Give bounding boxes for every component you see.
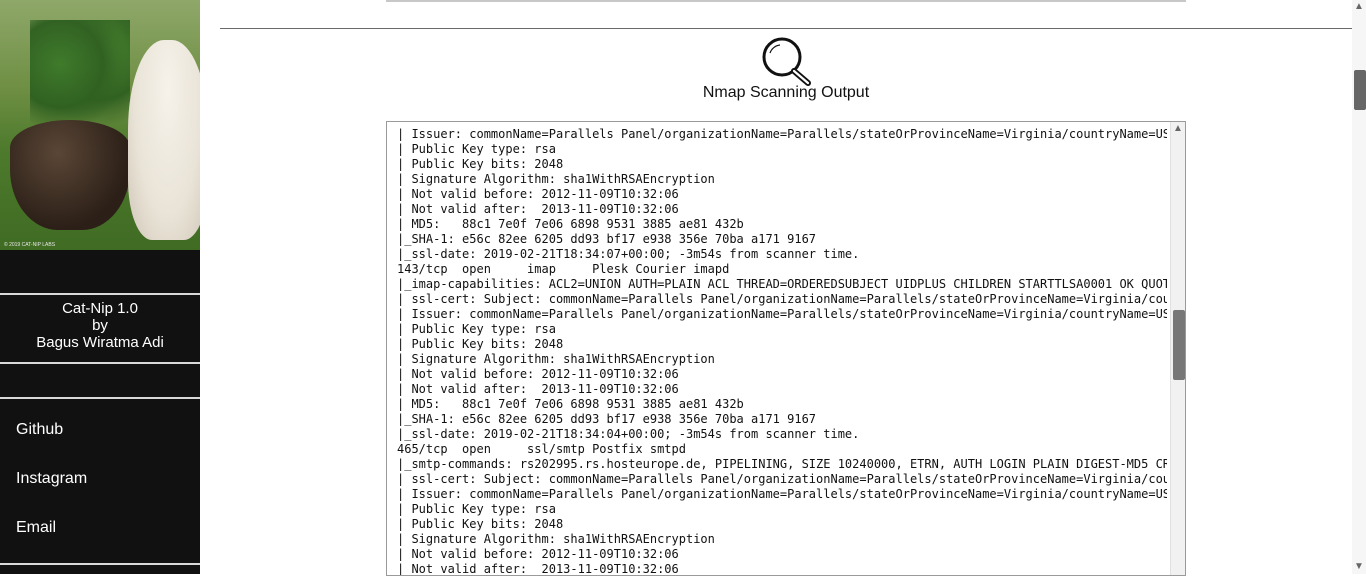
output-line: | Public Key type: rsa — [397, 502, 556, 516]
plant-pot — [10, 120, 130, 230]
instagram-link[interactable]: Instagram — [16, 470, 87, 488]
output-line: |_imap-capabilities: ACL2=UNION AUTH=PLA… — [397, 277, 1167, 291]
divider — [0, 563, 200, 565]
output-line: | Signature Algorithm: sha1WithRSAEncryp… — [397, 532, 715, 546]
page-title: Nmap Scanning Output — [702, 84, 870, 101]
output-line: 465/tcp open ssl/smtp Postfix smtpd — [397, 442, 686, 456]
page-scrollbar[interactable]: ▲ ▼ — [1352, 0, 1366, 574]
scan-output-text: | Issuer: commonName=Parallels Panel/org… — [387, 127, 1167, 575]
github-link[interactable]: Github — [16, 421, 63, 439]
output-scroll-thumb[interactable] — [1173, 310, 1185, 380]
photo-credit: © 2019 CAT-NIP LABS — [4, 242, 56, 248]
brand-block: Cat-Nip 1.0 by Bagus Wiratma Adi — [0, 300, 200, 351]
output-line: |_ssl-date: 2019-02-21T18:34:04+00:00; -… — [397, 427, 860, 441]
output-line: | Public Key bits: 2048 — [397, 157, 564, 171]
output-line: | Signature Algorithm: sha1WithRSAEncryp… — [397, 172, 715, 186]
output-line: | Not valid before: 2012-11-09T10:32:06 — [397, 187, 679, 201]
plant-leaves — [30, 20, 130, 130]
output-line: | Issuer: commonName=Parallels Panel/org… — [397, 307, 1167, 321]
output-line: 143/tcp open imap Plesk Courier imapd — [397, 262, 730, 276]
output-line: | Not valid after: 2013-11-09T10:32:06 — [397, 382, 679, 396]
divider — [0, 362, 200, 364]
output-line: | MD5: 88c1 7e0f 7e06 6898 9531 3885 ae8… — [397, 217, 744, 231]
search-icon — [760, 37, 814, 87]
cat-photo: © 2019 CAT-NIP LABS — [0, 0, 200, 250]
output-line: | ssl-cert: Subject: commonName=Parallel… — [397, 292, 1167, 306]
sidebar: © 2019 CAT-NIP LABS Cat-Nip 1.0 by Bagus… — [0, 0, 200, 574]
brand-author: Bagus Wiratma Adi — [36, 334, 164, 351]
scan-output-box[interactable]: | Issuer: commonName=Parallels Panel/org… — [386, 121, 1186, 576]
output-line: | Not valid before: 2012-11-09T10:32:06 — [397, 367, 679, 381]
scroll-up-icon[interactable]: ▲ — [1354, 2, 1364, 12]
divider — [0, 293, 200, 295]
top-rule — [386, 0, 1186, 2]
brand-by: by — [92, 317, 108, 334]
scroll-up-icon[interactable]: ▲ — [1173, 124, 1183, 134]
output-line: | Public Key type: rsa — [397, 142, 556, 156]
output-line: | ssl-cert: Subject: commonName=Parallel… — [397, 472, 1167, 486]
output-line: |_SHA-1: e56c 82ee 6205 dd93 bf17 e938 3… — [397, 412, 817, 426]
output-line: |_smtp-commands: rs202995.rs.hosteurope.… — [397, 457, 1167, 471]
output-line: | Public Key bits: 2048 — [397, 337, 564, 351]
output-line: | Not valid before: 2012-11-09T10:32:06 — [397, 547, 679, 561]
output-line: | Issuer: commonName=Parallels Panel/org… — [397, 487, 1167, 501]
cat-figure — [128, 40, 200, 240]
output-line: |_SHA-1: e56c 82ee 6205 dd93 bf17 e938 3… — [397, 232, 817, 246]
divider — [0, 397, 200, 399]
brand-title: Cat-Nip 1.0 — [62, 300, 138, 317]
output-line: | MD5: 88c1 7e0f 7e06 6898 9531 3885 ae8… — [397, 397, 744, 411]
section-divider — [220, 28, 1352, 29]
scroll-down-icon[interactable]: ▼ — [1354, 562, 1364, 572]
output-line: | Issuer: commonName=Parallels Panel/org… — [397, 127, 1167, 141]
page-scroll-thumb[interactable] — [1354, 70, 1366, 110]
output-line: | Public Key type: rsa — [397, 322, 556, 336]
output-line: | Not valid after: 2013-11-09T10:32:06 — [397, 202, 679, 216]
output-scrollbar[interactable]: ▲ — [1170, 122, 1185, 575]
email-link[interactable]: Email — [16, 519, 56, 537]
output-line: | Signature Algorithm: sha1WithRSAEncryp… — [397, 352, 715, 366]
output-line: | Public Key bits: 2048 — [397, 517, 564, 531]
output-line: |_ssl-date: 2019-02-21T18:34:07+00:00; -… — [397, 247, 860, 261]
